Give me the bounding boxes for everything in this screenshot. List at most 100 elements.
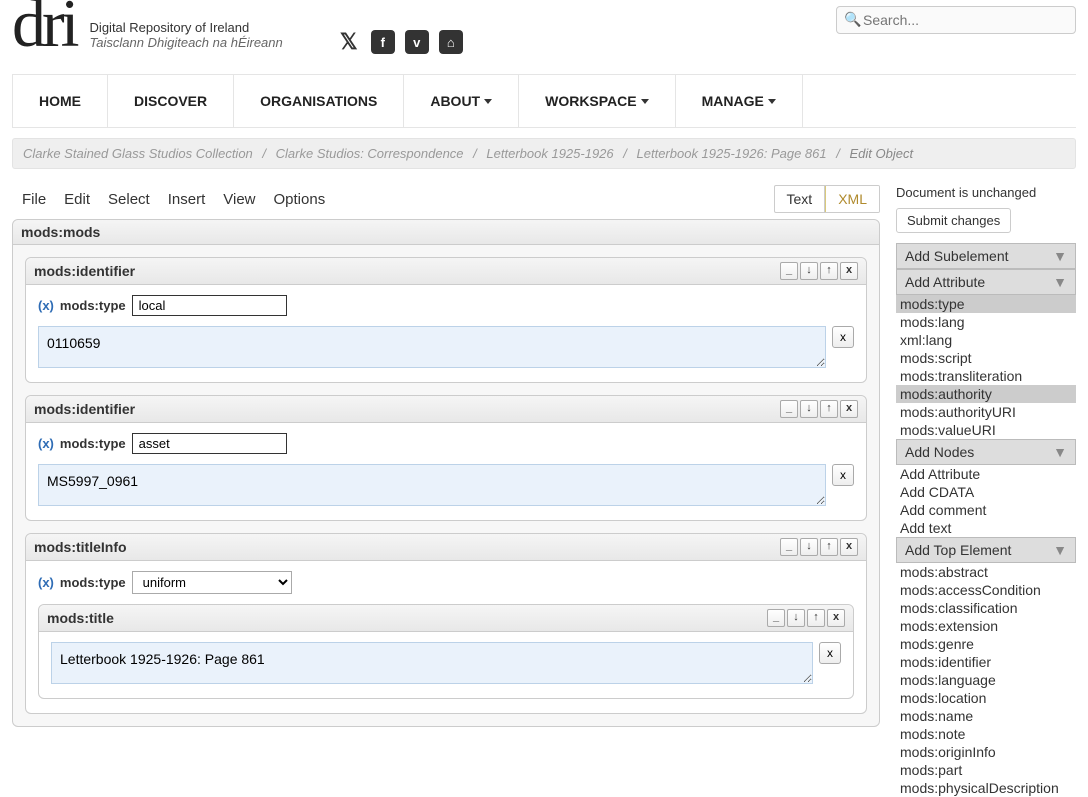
list-item[interactable]: Add text [896, 519, 1076, 537]
menu-insert[interactable]: Insert [168, 191, 206, 208]
move-down-button[interactable]: ↓ [787, 609, 805, 627]
nav-workspace[interactable]: WORKSPACE [519, 75, 676, 127]
delete-value-button[interactable]: x [832, 326, 854, 348]
element-label: mods:identifier [34, 263, 135, 279]
attr-label: mods:type [60, 575, 126, 590]
list-item[interactable]: mods:language [896, 671, 1076, 689]
list-item[interactable]: mods:originInfo [896, 743, 1076, 761]
list-item[interactable]: mods:valueURI [896, 421, 1076, 439]
list-item[interactable]: mods:classification [896, 599, 1076, 617]
nav-discover[interactable]: DISCOVER [108, 75, 234, 127]
nav-organisations[interactable]: ORGANISATIONS [234, 75, 404, 127]
list-item[interactable]: mods:accessCondition [896, 581, 1076, 599]
menu-select[interactable]: Select [108, 191, 150, 208]
submit-changes-button[interactable]: Submit changes [896, 208, 1011, 233]
remove-button[interactable]: x [840, 400, 858, 418]
nav-about[interactable]: ABOUT [404, 75, 519, 127]
chevron-down-icon [768, 99, 776, 104]
nav-manage[interactable]: MANAGE [676, 75, 803, 127]
brand-subtitle-en: Digital Repository of Ireland [90, 20, 283, 35]
twitter-icon[interactable]: 𝕏 [337, 30, 361, 54]
attr-label: mods:type [60, 298, 126, 313]
move-up-button[interactable]: ↑ [820, 538, 838, 556]
list-item[interactable]: mods:authorityURI [896, 403, 1076, 421]
collapse-button[interactable]: _ [780, 400, 798, 418]
nav-home[interactable]: HOME [12, 75, 108, 127]
element-label: mods:titleInfo [34, 539, 127, 555]
list-item[interactable]: mods:part [896, 761, 1076, 779]
remove-attr-icon[interactable]: (x) [38, 575, 54, 590]
list-item[interactable]: Add comment [896, 501, 1076, 519]
attr-value-input[interactable] [132, 295, 287, 316]
delete-value-button[interactable]: x [832, 464, 854, 486]
list-item[interactable]: mods:genre [896, 635, 1076, 653]
remove-button[interactable]: x [840, 538, 858, 556]
move-up-button[interactable]: ↑ [807, 609, 825, 627]
list-item[interactable]: mods:name [896, 707, 1076, 725]
vimeo-icon[interactable]: v [405, 30, 429, 54]
attr-label: mods:type [60, 436, 126, 451]
remove-attr-icon[interactable]: (x) [38, 436, 54, 451]
search-input[interactable] [836, 6, 1076, 34]
list-item[interactable]: mods:transliteration [896, 367, 1076, 385]
list-item[interactable]: xml:lang [896, 331, 1076, 349]
list-item[interactable]: mods:abstract [896, 563, 1076, 581]
top-element-list: mods:abstractmods:accessConditionmods:cl… [896, 563, 1076, 797]
list-item[interactable]: mods:script [896, 349, 1076, 367]
menu-options[interactable]: Options [274, 191, 326, 208]
menu-view[interactable]: View [223, 191, 255, 208]
move-down-button[interactable]: ↓ [800, 262, 818, 280]
editor-menu: File Edit Select Insert View Options [12, 191, 325, 208]
triangle-down-icon: ▼ [1053, 444, 1067, 460]
status-text: Document is unchanged [896, 185, 1076, 200]
slideshare-icon[interactable]: ⌂ [439, 30, 463, 54]
move-down-button[interactable]: ↓ [800, 538, 818, 556]
menu-file[interactable]: File [22, 191, 46, 208]
element-value-input[interactable]: Letterbook 1925-1926: Page 861 [51, 642, 813, 684]
list-item[interactable]: mods:lang [896, 313, 1076, 331]
list-item[interactable]: mods:location [896, 689, 1076, 707]
search-icon: 🔍 [844, 11, 861, 28]
breadcrumb: Clarke Stained Glass Studios Collection … [12, 138, 1076, 169]
move-up-button[interactable]: ↑ [820, 400, 838, 418]
list-item[interactable]: mods:extension [896, 617, 1076, 635]
list-item[interactable]: mods:physicalDescription [896, 779, 1076, 797]
logo: dri [12, 0, 76, 48]
list-item[interactable]: mods:type [896, 295, 1076, 313]
breadcrumb-link[interactable]: Clarke Studios: Correspondence [276, 146, 464, 161]
breadcrumb-link[interactable]: Letterbook 1925-1926 [486, 146, 613, 161]
attribute-list: mods:typemods:langxml:langmods:scriptmod… [896, 295, 1076, 439]
list-item[interactable]: Add CDATA [896, 483, 1076, 501]
list-item[interactable]: mods:note [896, 725, 1076, 743]
attr-value-input[interactable] [132, 433, 287, 454]
triangle-down-icon: ▼ [1053, 248, 1067, 264]
menu-edit[interactable]: Edit [64, 191, 90, 208]
move-up-button[interactable]: ↑ [820, 262, 838, 280]
add-nodes-toggle[interactable]: Add Nodes▼ [896, 439, 1076, 465]
attr-value-select[interactable]: uniform [132, 571, 292, 594]
list-item[interactable]: mods:authority [896, 385, 1076, 403]
chevron-down-icon [641, 99, 649, 104]
brand-subtitle-ga: Taisclann Dhigiteach na hÉireann [90, 35, 283, 50]
delete-value-button[interactable]: x [819, 642, 841, 664]
add-attribute-toggle[interactable]: Add Attribute▼ [896, 269, 1076, 295]
element-value-input[interactable]: 0110659 [38, 326, 826, 368]
breadcrumb-link[interactable]: Clarke Stained Glass Studios Collection [23, 146, 253, 161]
view-tabs: Text XML [774, 185, 880, 213]
tab-xml[interactable]: XML [825, 185, 880, 213]
element-value-input[interactable]: MS5997_0961 [38, 464, 826, 506]
list-item[interactable]: Add Attribute [896, 465, 1076, 483]
remove-button[interactable]: x [827, 609, 845, 627]
move-down-button[interactable]: ↓ [800, 400, 818, 418]
collapse-button[interactable]: _ [780, 538, 798, 556]
add-subelement-toggle[interactable]: Add Subelement▼ [896, 243, 1076, 269]
list-item[interactable]: mods:identifier [896, 653, 1076, 671]
facebook-icon[interactable]: f [371, 30, 395, 54]
collapse-button[interactable]: _ [767, 609, 785, 627]
tab-text[interactable]: Text [775, 186, 826, 212]
remove-button[interactable]: x [840, 262, 858, 280]
breadcrumb-link[interactable]: Letterbook 1925-1926: Page 861 [637, 146, 827, 161]
collapse-button[interactable]: _ [780, 262, 798, 280]
remove-attr-icon[interactable]: (x) [38, 298, 54, 313]
add-top-element-toggle[interactable]: Add Top Element▼ [896, 537, 1076, 563]
